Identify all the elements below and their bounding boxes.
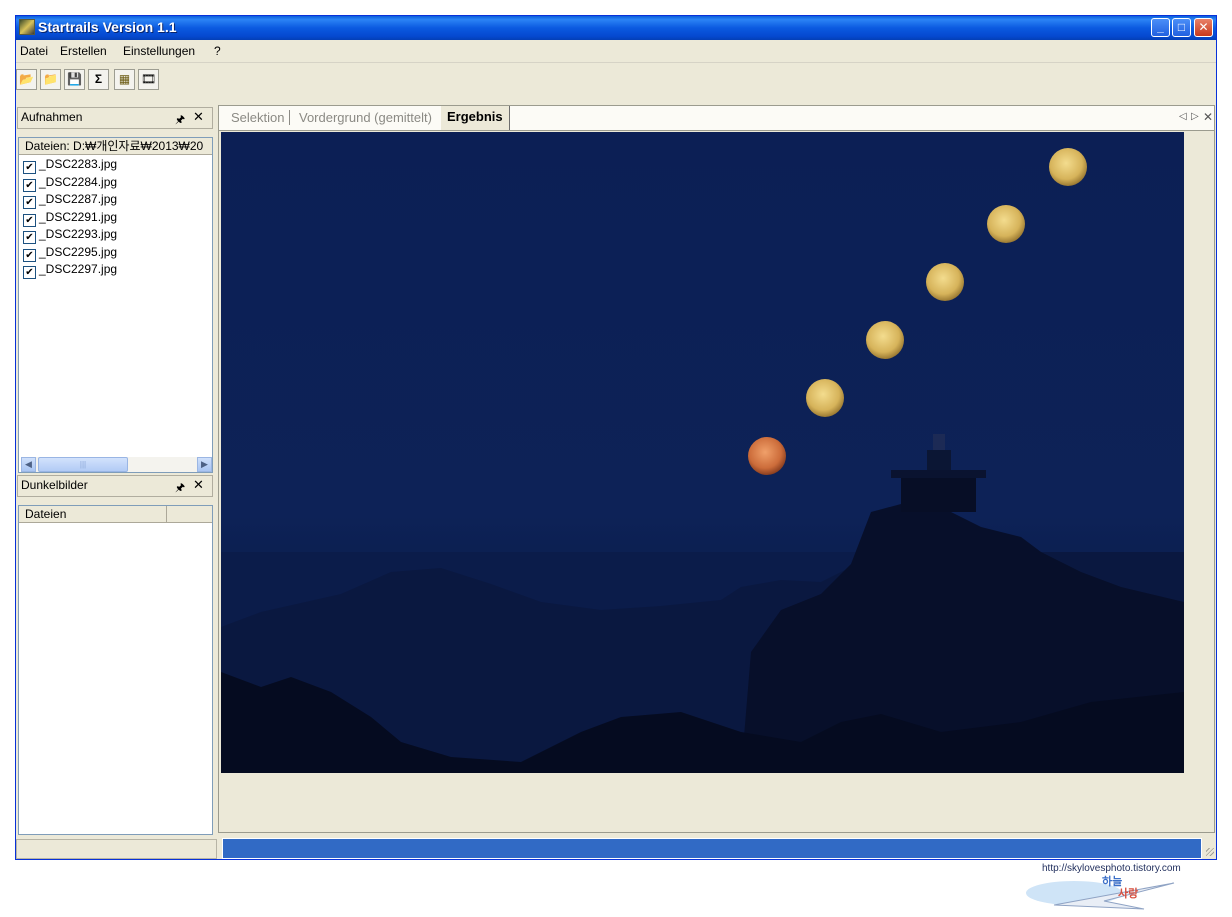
file-name: _DSC2293.jpg — [39, 227, 118, 241]
list-column-header-empty[interactable] — [167, 506, 212, 523]
open-file-icon[interactable]: 📁 — [40, 69, 61, 90]
result-image — [221, 132, 1184, 773]
dunkelbilder-file-list[interactable]: Dateien — [18, 505, 213, 835]
list-column-header[interactable]: Dateien — [19, 506, 167, 523]
dunkelbilder-panel-header: Dunkelbilder 🖈 ✕ — [17, 475, 213, 497]
tab-next-icon[interactable]: ▷ — [1191, 111, 1199, 122]
progress-bar — [222, 838, 1202, 859]
close-icon[interactable]: ✕ — [193, 109, 204, 125]
menu-bar: Datei Erstellen Einstellungen ? — [16, 40, 1216, 63]
tab-divider — [289, 110, 290, 125]
minimize-button[interactable]: _ — [1151, 18, 1170, 37]
list-item[interactable]: ✔ _DSC2291.jpg — [23, 210, 117, 228]
sum-icon[interactable]: Σ — [88, 69, 109, 90]
watermark-text-2: 사랑 — [1118, 888, 1139, 900]
aufnahmen-file-list[interactable]: Dateien: D:₩개인자료₩2013₩20 ✔ _DSC2283.jpg ✔… — [18, 137, 213, 473]
checkbox[interactable]: ✔ — [23, 213, 36, 227]
file-name: _DSC2297.jpg — [39, 262, 118, 276]
window-title: Startrails Version 1.1 — [38, 19, 177, 35]
checkbox[interactable]: ✔ — [23, 178, 36, 192]
menu-einstellungen[interactable]: Einstellungen — [123, 44, 195, 58]
startrails-icon[interactable]: ▦ — [114, 69, 135, 90]
scroll-right-arrow-icon[interactable]: ▶ — [197, 457, 212, 472]
tab-close-icon[interactable]: ✕ — [1203, 110, 1213, 124]
list-item[interactable]: ✔ _DSC2283.jpg — [23, 157, 117, 175]
moon — [987, 205, 1025, 243]
tab-prev-icon[interactable]: ◁ — [1179, 111, 1187, 122]
aufnahmen-panel-header: Aufnahmen 🖈 ✕ — [17, 107, 213, 129]
moon — [748, 437, 786, 475]
moon — [866, 321, 904, 359]
menu-erstellen[interactable]: Erstellen — [60, 44, 107, 58]
file-name: _DSC2287.jpg — [39, 192, 118, 206]
file-name: _DSC2284.jpg — [39, 174, 118, 189]
save-icon[interactable]: 💾 — [64, 69, 85, 90]
status-panel — [16, 839, 217, 859]
document-area: Selektion Vordergrund (gemittelt) Ergebn… — [218, 105, 1215, 833]
toolbar: 📂 📁 💾 Σ ▦ 🎞 — [16, 63, 1216, 93]
moon — [926, 263, 964, 301]
pin-icon[interactable]: 🖈 — [175, 111, 185, 130]
scroll-thumb[interactable]: ||| — [38, 457, 128, 472]
moon-sequence-image — [221, 132, 1184, 773]
file-name: _DSC2283.jpg — [39, 157, 118, 171]
close-icon[interactable]: ✕ — [193, 477, 204, 493]
video-icon[interactable]: 🎞 — [138, 69, 159, 90]
file-name: _DSC2295.jpg — [39, 244, 118, 259]
menu-help[interactable]: ? — [214, 44, 221, 58]
checkbox[interactable]: ✔ — [23, 231, 36, 244]
checkbox[interactable]: ✔ — [23, 196, 36, 209]
pin-icon[interactable]: 🖈 — [175, 479, 185, 498]
resize-grip-icon[interactable] — [1206, 848, 1214, 856]
close-button[interactable]: ✕ — [1194, 18, 1213, 37]
scroll-left-arrow-icon[interactable]: ◀ — [21, 457, 36, 472]
open-folder-icon[interactable]: 📂 — [16, 69, 37, 90]
checkbox[interactable]: ✔ — [23, 248, 36, 262]
tab-ergebnis[interactable]: Ergebnis — [441, 106, 510, 130]
moon — [1049, 148, 1087, 186]
checkbox[interactable]: ✔ — [23, 161, 36, 174]
maximize-button[interactable]: □ — [1172, 18, 1191, 37]
horizontal-scrollbar[interactable]: ◀ ||| ▶ — [21, 457, 212, 472]
list-item[interactable]: ✔ _DSC2295.jpg — [23, 245, 117, 263]
list-item[interactable]: ✔ _DSC2287.jpg — [23, 192, 117, 210]
checkbox[interactable]: ✔ — [23, 266, 36, 279]
list-column-header[interactable]: Dateien: D:₩개인자료₩2013₩20 — [19, 138, 212, 155]
file-name: _DSC2291.jpg — [39, 209, 118, 224]
menu-datei[interactable]: Datei — [20, 44, 48, 58]
app-icon[interactable] — [19, 19, 35, 35]
status-bar — [16, 836, 1216, 859]
app-window: Startrails Version 1.1 _ □ ✕ Datei Erste… — [15, 15, 1217, 860]
watermark: http://skylovesphoto.tistory.com 하늘 사랑 — [1020, 863, 1210, 913]
dunkelbilder-title: Dunkelbilder — [21, 478, 88, 492]
title-bar[interactable]: Startrails Version 1.1 _ □ ✕ — [16, 16, 1216, 40]
list-item[interactable]: ✔ _DSC2284.jpg — [23, 175, 117, 193]
moon — [806, 379, 844, 417]
tab-selektion[interactable]: Selektion — [231, 110, 284, 125]
list-item[interactable]: ✔ _DSC2293.jpg — [23, 227, 117, 245]
aufnahmen-title: Aufnahmen — [21, 110, 83, 124]
list-item[interactable]: ✔ _DSC2297.jpg — [23, 262, 117, 280]
tab-strip: Selektion Vordergrund (gemittelt) Ergebn… — [219, 106, 1214, 131]
tab-vordergrund[interactable]: Vordergrund (gemittelt) — [299, 110, 432, 125]
